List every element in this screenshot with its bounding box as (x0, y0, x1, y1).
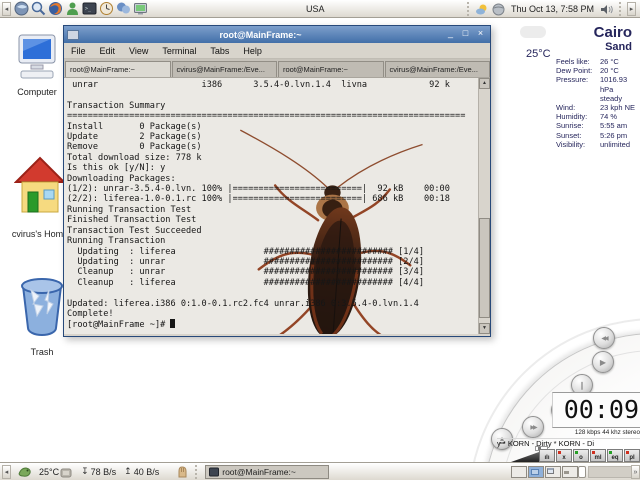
terminal-menubar: File Edit View Terminal Tabs Help (64, 43, 490, 59)
top-panel: ◂ >_ USA (0, 0, 640, 18)
firefox-icon[interactable] (48, 1, 63, 16)
terminal-titlebar[interactable]: root@MainFrame:~ _ □ × (64, 26, 490, 43)
menu-edit[interactable]: Edit (93, 46, 123, 56)
menu-view[interactable]: View (122, 46, 155, 56)
menu-help[interactable]: Help (236, 46, 269, 56)
terminal-content: unrar i386 3.5.4-0.lvn.1.4 livna 92 k Tr… (64, 78, 490, 334)
trash-icon (19, 276, 65, 340)
workspace-3[interactable] (545, 466, 561, 478)
terminal-icon[interactable]: >_ (82, 1, 97, 16)
player-tab-repeat[interactable]: o (573, 449, 589, 462)
prev-button[interactable]: ◀◀ (593, 327, 615, 349)
hand-applet-icon[interactable] (175, 464, 190, 479)
player-tab-playlist[interactable]: pl (624, 449, 640, 462)
home-icon (14, 152, 66, 222)
chat-icon[interactable] (116, 1, 131, 16)
terminal-cursor (170, 319, 175, 328)
download-arrow-icon: ↧ (81, 466, 89, 477)
panel-hide-left-button[interactable]: ◂ (2, 465, 11, 479)
minimize-button[interactable]: _ (444, 28, 457, 41)
terminal-window: root@MainFrame:~ _ □ × File Edit View Te… (63, 25, 491, 337)
weather-row: Pressure:1016.93 hPa (556, 75, 636, 93)
weather-row: Sunset:5:26 pm (556, 131, 636, 140)
menu-file[interactable]: File (64, 46, 93, 56)
player-time-display: 00:09 (552, 392, 640, 428)
panel-separator (466, 2, 470, 16)
weather-temperature: 25°C (526, 48, 551, 60)
window-title: root@MainFrame:~ (79, 30, 442, 40)
terminal-text: unrar i386 3.5.4-0.lvn.1.4 livna 92 k Tr… (67, 80, 465, 331)
menu-tabs[interactable]: Tabs (203, 46, 236, 56)
weather-widget: Cairo Sand 25°C Feels like:26 °C Dew Poi… (518, 24, 636, 149)
tray-weather-icon[interactable] (475, 3, 488, 16)
scrollbar-thumb[interactable] (479, 218, 490, 318)
window-list-empty (588, 466, 632, 478)
window-icon (67, 30, 79, 40)
terminal-tab-3[interactable]: root@MainFrame:~ (278, 61, 384, 77)
panel-hide-right-button[interactable]: ▸ (627, 2, 636, 16)
window-list-item[interactable] (578, 466, 586, 478)
keyboard-layout-indicator[interactable]: USA (306, 4, 325, 14)
tray-globe-icon[interactable] (492, 3, 505, 16)
desktop: ◂ >_ USA (0, 0, 640, 480)
panel-temperature: 25°C (39, 467, 59, 477)
weather-row: steady (556, 94, 636, 103)
weather-row: Humidity:74 % (556, 112, 636, 121)
lizard-applet-icon[interactable] (17, 464, 32, 479)
web-browser-icon[interactable] (14, 1, 29, 16)
taskbar-item-terminal[interactable]: root@MainFrame:~ (205, 465, 329, 479)
weather-row: Wind:23 kph NE (556, 103, 636, 112)
workspace-switcher (511, 466, 579, 478)
panel-overflow-button[interactable]: » (631, 465, 640, 479)
workspace-1[interactable] (511, 466, 527, 478)
workspace-4[interactable] (562, 466, 578, 478)
clock[interactable]: Thu Oct 13, 7:58 PM (511, 4, 594, 14)
workspace-2-active[interactable] (528, 466, 544, 478)
desktop-icon-label: Computer (8, 87, 66, 97)
user-icon[interactable] (65, 1, 80, 16)
panel-separator (194, 465, 198, 479)
terminal-scrollbar[interactable]: ▲ ▼ (478, 78, 490, 334)
player-tab-main[interactable]: ml (590, 449, 606, 462)
scroll-down-button[interactable]: ▼ (479, 323, 490, 334)
weather-row: Dew Point:20 °C (556, 66, 636, 75)
maximize-button[interactable]: □ (459, 28, 472, 41)
terminal-tab-1[interactable]: root@MainFrame:~ (65, 61, 171, 77)
svg-text:>_: >_ (85, 6, 92, 12)
display-icon[interactable] (133, 1, 148, 16)
menu-terminal[interactable]: Terminal (155, 46, 203, 56)
computer-icon (15, 34, 59, 80)
player-tab-shuffle[interactable]: x (556, 449, 572, 462)
weather-row: Sunrise:5:55 am (556, 121, 636, 130)
clock-icon[interactable] (99, 1, 114, 16)
panel-separator (618, 2, 622, 16)
netmonitor-icon[interactable] (60, 466, 72, 478)
bottom-panel: ◂ 25°C ↧ 78 B/s ↥ 40 B/s root@MainFrame:… (0, 462, 640, 480)
weather-condition-icon (520, 26, 546, 38)
upload-speed: ↥ 40 B/s (124, 466, 159, 477)
terminal-tab-4[interactable]: cvirus@MainFrame:/Eve... (385, 61, 491, 77)
play-button[interactable]: ▶ (592, 351, 614, 373)
player-tabs: ılı x o ml eq pl (539, 449, 640, 462)
weather-row: Visibility:unlimited (556, 140, 636, 149)
speaker-icon[interactable] (600, 3, 613, 16)
terminal-icon (209, 467, 219, 477)
scroll-up-button[interactable]: ▲ (479, 78, 490, 89)
terminal-tab-2[interactable]: cvirus@MainFrame:/Eve... (172, 61, 278, 77)
upload-arrow-icon: ↥ (124, 466, 132, 477)
close-button[interactable]: × (474, 28, 487, 41)
search-icon[interactable] (31, 1, 46, 16)
panel-hide-left-button[interactable]: ◂ (2, 2, 11, 16)
weather-row: Feels like:26 °C (556, 57, 636, 66)
track-title-scroller: y * KORN - Dirty * KORN - Di (497, 438, 640, 449)
player-tab-equalizer[interactable]: eq (607, 449, 623, 462)
terminal-tabbar: root@MainFrame:~ cvirus@MainFrame:/Eve..… (64, 59, 490, 78)
playback-time: 00:09 (564, 395, 639, 424)
desktop-icon-trash[interactable]: Trash (14, 276, 70, 357)
desktop-icon-computer[interactable]: Computer (8, 34, 66, 97)
player-tab-vis[interactable]: ılı (539, 449, 555, 462)
desktop-icon-label: Trash (14, 347, 70, 357)
download-speed: ↧ 78 B/s (81, 466, 116, 477)
